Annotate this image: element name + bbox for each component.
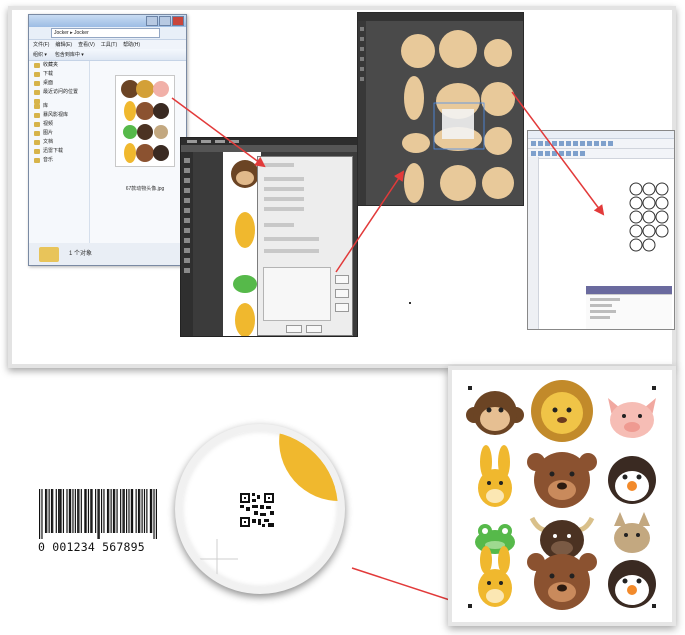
barcode-bar <box>87 489 90 533</box>
red-arrow-icon <box>171 97 266 168</box>
barcode-bar <box>41 489 43 539</box>
barcode-bar <box>60 489 62 533</box>
red-arrow-icon <box>335 170 405 273</box>
barcode-bar <box>78 489 80 533</box>
barcode-bar <box>110 489 112 533</box>
barcode: 0 001234 567895 <box>38 489 158 555</box>
rabbit-sticker <box>478 445 512 507</box>
barcode-bar <box>97 489 99 539</box>
barcode-bar <box>98 489 100 539</box>
barcode-bar <box>153 489 155 539</box>
barcode-bar <box>155 489 157 539</box>
barcode-bar <box>84 489 86 533</box>
barcode-bar <box>106 489 109 533</box>
barcode-bar <box>66 489 68 533</box>
barcode-bars <box>39 489 157 539</box>
barcode-bar <box>48 489 50 533</box>
barcode-bar <box>55 489 57 533</box>
barcode-bar <box>91 489 93 533</box>
barcode-bar <box>139 489 141 533</box>
barcode-bar <box>100 489 103 533</box>
barcode-bar <box>141 489 143 533</box>
barcode-bar <box>130 489 132 533</box>
barcode-bar <box>68 489 70 533</box>
barcode-bar <box>123 489 125 533</box>
cat-sticker <box>614 512 650 553</box>
magnifier-circle <box>175 424 345 594</box>
barcode-bar <box>126 489 128 533</box>
barcode-bar <box>146 489 148 533</box>
barcode-bar <box>122 489 124 533</box>
registration-mark <box>468 386 472 390</box>
barcode-bar <box>112 489 115 533</box>
bear-sticker <box>527 452 597 508</box>
monkey-sticker <box>466 391 524 435</box>
red-arrow-icon <box>511 91 605 216</box>
pig-sticker <box>608 398 656 438</box>
barcode-bar <box>85 489 87 533</box>
registration-mark <box>652 386 656 390</box>
red-arrow-icon <box>351 567 464 607</box>
barcode-bar <box>95 489 97 533</box>
barcode-bar <box>103 489 105 533</box>
barcode-bar <box>114 489 116 533</box>
barcode-bar <box>135 489 137 533</box>
registration-mark <box>652 604 656 608</box>
barcode-bar <box>151 489 153 533</box>
barcode-bar <box>62 489 65 533</box>
lion-sticker <box>531 380 593 442</box>
buffalo-sticker <box>529 516 595 560</box>
barcode-bar <box>59 489 61 533</box>
barcode-bar <box>80 489 82 533</box>
barcode-bar <box>58 489 60 533</box>
barcode-bar <box>108 489 110 533</box>
barcode-bar <box>44 489 47 533</box>
barcode-bar <box>120 489 122 533</box>
barcode-bar <box>52 489 54 533</box>
bear-sticker <box>527 553 597 610</box>
barcode-bar <box>46 489 48 533</box>
qr-code-icon <box>240 493 274 527</box>
barcode-bar <box>116 489 118 533</box>
rabbit-sticker <box>478 546 512 607</box>
penguin-sticker <box>608 456 656 504</box>
barcode-bar <box>149 489 152 533</box>
barcode-bar <box>90 489 92 533</box>
magnifier-content <box>196 431 338 581</box>
frog-sticker <box>475 524 515 554</box>
animal-stickers <box>466 380 656 610</box>
barcode-bar <box>50 489 53 533</box>
barcode-bar <box>72 489 74 533</box>
barcode-bar <box>77 489 79 533</box>
barcode-bar <box>128 489 130 533</box>
barcode-bar <box>137 489 140 533</box>
registration-mark <box>468 604 472 608</box>
barcode-digits: 0 001234 567895 <box>38 540 145 554</box>
barcode-bar <box>39 489 41 539</box>
barcode-bar <box>143 489 146 533</box>
penguin-sticker <box>608 560 656 608</box>
printed-sticker-sheet <box>448 366 676 626</box>
barcode-bar <box>131 489 134 533</box>
barcode-bar <box>74 489 76 533</box>
barcode-bar <box>69 489 72 533</box>
